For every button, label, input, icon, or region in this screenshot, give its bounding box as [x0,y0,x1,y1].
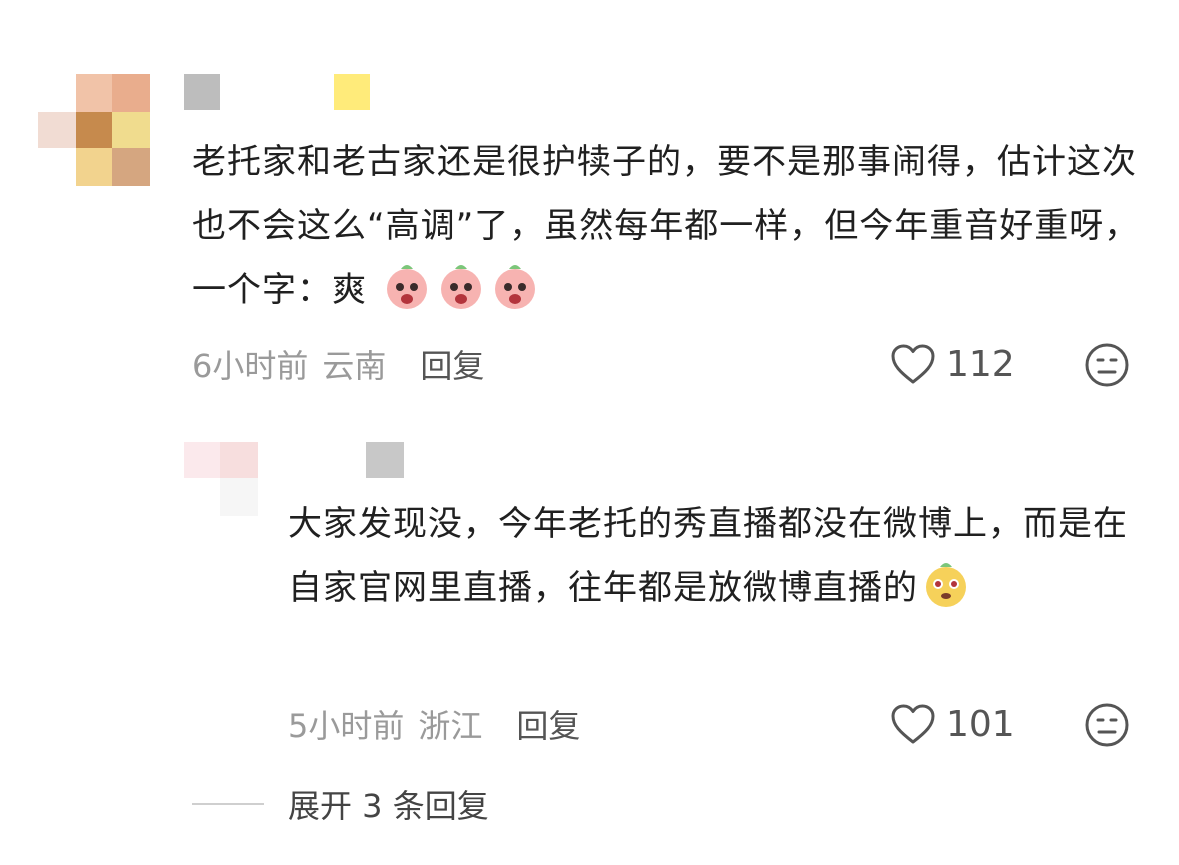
commenter-username[interactable] [184,74,374,114]
reply-like-count: 101 [946,703,1015,745]
reply-dislike-button[interactable] [1084,702,1130,748]
replier-username[interactable] [366,442,406,482]
emoji-group [367,265,541,310]
reply-button[interactable]: 回复 [420,341,484,387]
expand-replies-button[interactable]: 展开 3 条回复 [192,780,489,828]
reply-text: 大家发现没，今年老托的秀直播都没在微博上，而是在自家官网里直播，往年都是放微博直… [288,504,1128,608]
reply-meta: 5小时前 浙江 回复 [288,700,580,748]
shouting-peach-emoji-icon [440,265,481,309]
comment-meta: 6小时前 云南 回复 [192,340,484,388]
neutral-face-icon [1085,703,1129,747]
comment-text: 老托家和老古家还是很护犊子的，要不是那事闹得，估计这次也不会这么“高调”了，虽然… [192,142,1140,310]
like-button[interactable]: 112 [890,340,1015,388]
comment-location: 云南 [322,347,387,385]
commenter-avatar[interactable] [38,74,150,186]
heart-outline-icon [891,344,935,384]
expand-replies-label: 展开 3 条回复 [288,787,489,825]
heart-outline-icon [891,704,935,744]
comment-1: 老托家和老古家还是很护犊子的，要不是那事闹得，估计这次也不会这么“高调”了，虽然… [0,0,1179,420]
replier-avatar[interactable] [184,442,260,518]
comment-time: 6小时前 [192,347,309,385]
shouting-peach-emoji-icon [494,265,535,309]
reply-1: 大家发现没，今年老托的秀直播都没在微博上，而是在自家官网里直播，往年都是放微博直… [0,420,1179,765]
reply-to-reply-button[interactable]: 回复 [516,701,580,747]
neutral-face-icon [1085,343,1129,387]
reply-location: 浙江 [418,707,483,745]
reply-time: 5小时前 [288,707,405,745]
dislike-button[interactable] [1084,342,1130,388]
expand-divider [192,803,264,805]
excited-peach-emoji-icon [926,563,966,607]
shouting-peach-emoji-icon [386,265,427,309]
like-count: 112 [946,343,1015,385]
reply-like-button[interactable]: 101 [890,700,1015,748]
